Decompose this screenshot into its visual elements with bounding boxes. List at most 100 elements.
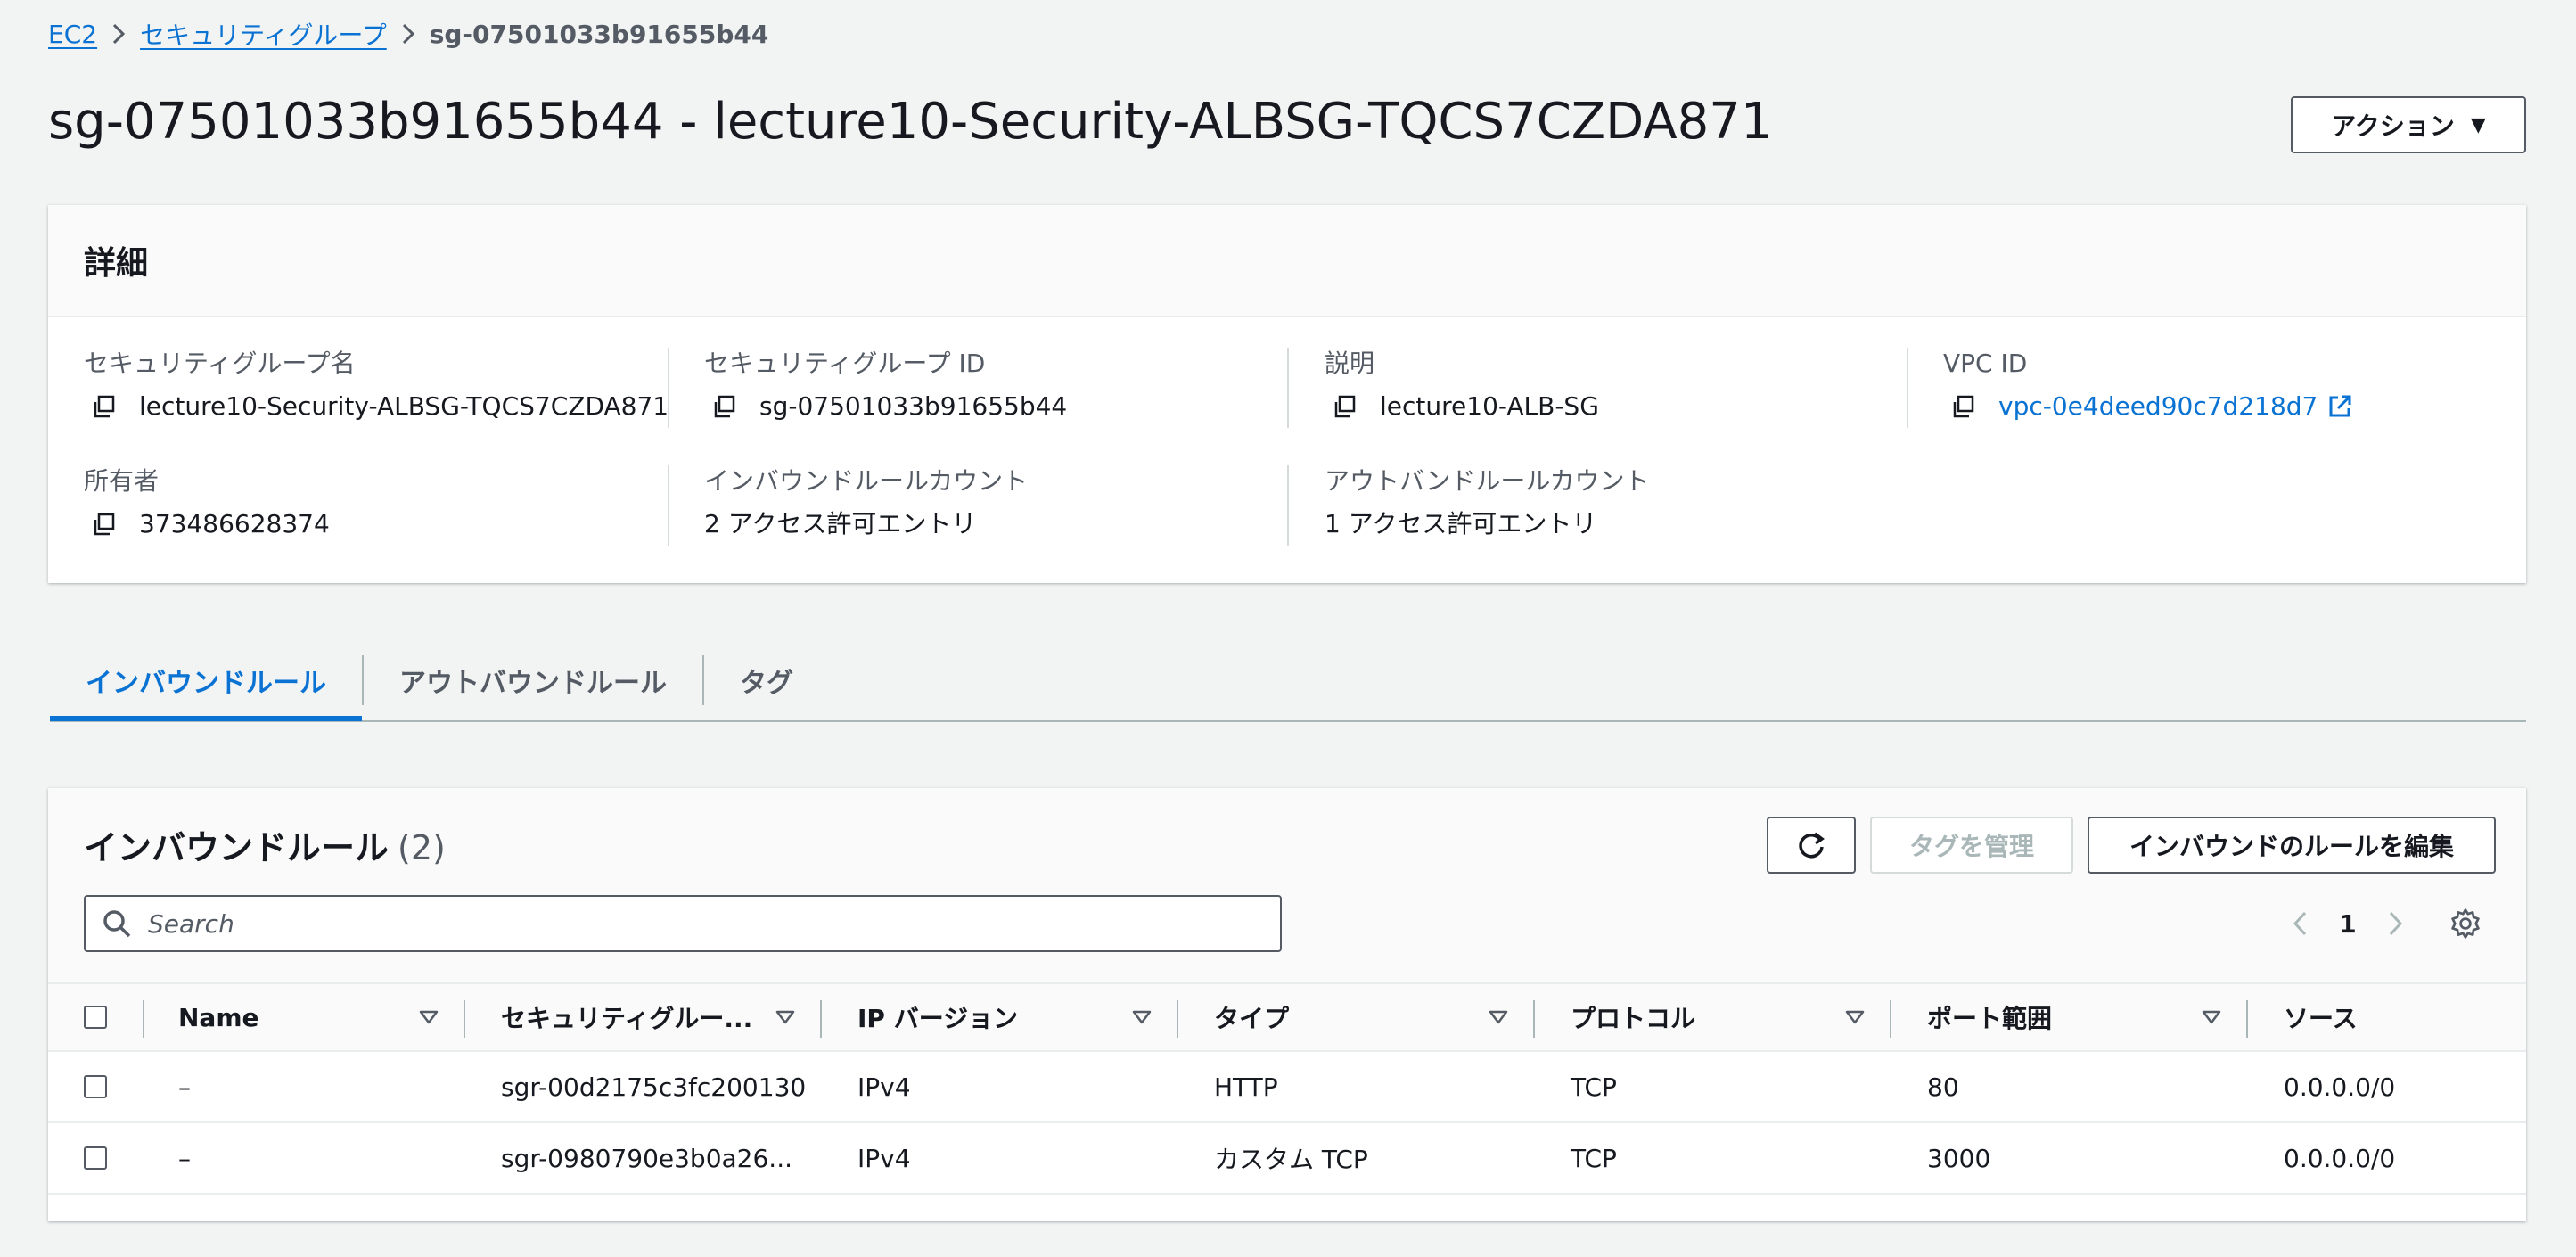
gear-icon — [2451, 908, 2480, 939]
table-header-row: Name セキュリティグルー... IP バージョン タイプ プロトコル ポート… — [48, 982, 2526, 1052]
breadcrumb: EC2 セキュリティグループ sg-07501033b91655b44 — [48, 16, 768, 52]
column-header-port-range[interactable]: ポート範囲 — [1927, 984, 2052, 1050]
search-input[interactable] — [146, 908, 1219, 940]
chevron-right-icon — [2389, 911, 2403, 936]
column-divider — [1177, 1000, 1178, 1038]
inbound-count-label: インバウンドルールカウント — [704, 466, 1029, 496]
column-divider — [1907, 348, 1908, 428]
outbound-count-value: 1 アクセス許可エントリ — [1325, 509, 1597, 538]
vpc-id-field: VPC ID vpc-0e4deed90c7d218d7 — [1943, 348, 2353, 423]
breadcrumb-security-groups-link[interactable]: セキュリティグループ — [140, 16, 387, 52]
cell-rule-id: sgr-0980790e3b0a26... — [501, 1143, 793, 1173]
caret-down-icon: ▼ — [2470, 113, 2486, 136]
rules-title: インバウンドルール (2) — [84, 820, 446, 869]
page-title: sg-07501033b91655b44 - lecture10-Securit… — [48, 93, 1773, 151]
tab-list: インバウンドルール アウトバウンドルール タグ — [50, 640, 2526, 722]
column-divider — [1287, 465, 1289, 546]
edit-inbound-rules-button[interactable]: インバウンドのルールを編集 — [2088, 817, 2496, 874]
sort-icon[interactable] — [1132, 984, 1152, 1050]
external-link-icon[interactable] — [2326, 393, 2353, 420]
owner-label: 所有者 — [84, 466, 160, 496]
table-preferences-button[interactable] — [2446, 904, 2485, 943]
owner-field: 所有者 373486628374 — [84, 465, 330, 540]
current-page-number[interactable]: 1 — [2323, 909, 2373, 939]
rules-title-text: インバウンドルール — [84, 828, 390, 867]
cell-protocol: TCP — [1571, 1072, 1617, 1102]
search-icon — [102, 908, 132, 939]
sg-id-label: セキュリティグループ ID — [704, 349, 986, 378]
sort-icon[interactable] — [1845, 984, 1865, 1050]
inbound-rules-table: Name セキュリティグルー... IP バージョン タイプ プロトコル ポート… — [48, 982, 2526, 1195]
column-divider — [668, 348, 669, 428]
actions-button-label: アクション — [2331, 111, 2455, 141]
cell-ip-version: IPv4 — [857, 1072, 911, 1102]
column-header-ip-version[interactable]: IP バージョン — [857, 984, 1018, 1050]
cell-rule-id: sgr-00d2175c3fc200130 — [501, 1072, 807, 1102]
row-checkbox[interactable] — [84, 1075, 107, 1098]
inbound-count-field: インバウンドルールカウント 2 アクセス許可エントリ — [704, 465, 1028, 540]
chevron-left-icon — [2293, 911, 2307, 936]
cell-name: – — [178, 1072, 191, 1102]
sg-id-field: セキュリティグループ ID sg-07501033b91655b44 — [704, 348, 1067, 423]
outbound-count-field: アウトバンドルールカウント 1 アクセス許可エントリ — [1325, 465, 1650, 540]
inbound-count-value: 2 アクセス許可エントリ — [704, 509, 977, 538]
sg-id-value: sg-07501033b91655b44 — [759, 391, 1068, 421]
column-divider — [668, 465, 669, 546]
select-all-checkbox[interactable] — [84, 1006, 107, 1029]
column-header-rule-id[interactable]: セキュリティグルー... — [501, 984, 752, 1050]
cell-ip-version: IPv4 — [857, 1143, 911, 1173]
sort-icon[interactable] — [2202, 984, 2221, 1050]
rules-count: (2) — [398, 828, 446, 867]
cell-type: HTTP — [1214, 1072, 1278, 1102]
column-header-protocol[interactable]: プロトコル — [1571, 984, 1695, 1050]
copy-icon[interactable] — [91, 511, 118, 538]
cell-name: – — [178, 1143, 191, 1173]
sort-icon[interactable] — [1489, 984, 1508, 1050]
column-header-source[interactable]: ソース — [2284, 984, 2358, 1050]
description-field: 説明 lecture10-ALB-SG — [1325, 348, 1599, 423]
cell-type: カスタム TCP — [1214, 1145, 1368, 1174]
cell-port-range: 3000 — [1927, 1143, 1991, 1173]
column-divider — [2246, 1000, 2248, 1038]
manage-tags-button[interactable]: タグを管理 — [1870, 817, 2073, 874]
sort-icon[interactable] — [775, 984, 795, 1050]
vpc-id-label: VPC ID — [1943, 349, 2028, 378]
sg-name-label: セキュリティグループ名 — [84, 349, 356, 378]
next-page-button[interactable] — [2373, 900, 2419, 947]
breadcrumb-ec2-link[interactable]: EC2 — [48, 20, 97, 49]
actions-dropdown-button[interactable]: アクション ▼ — [2291, 96, 2526, 153]
column-divider — [1287, 348, 1289, 428]
description-value: lecture10-ALB-SG — [1380, 391, 1599, 421]
previous-page-button[interactable] — [2277, 900, 2323, 947]
sg-name-field: セキュリティグループ名 lecture10-Security-ALBSG-TQC… — [84, 348, 669, 423]
tab-tags[interactable]: タグ — [704, 641, 829, 719]
copy-icon[interactable] — [1950, 393, 1977, 420]
table-row[interactable]: – sgr-0980790e3b0a26... IPv4 カスタム TCP TC… — [48, 1123, 2526, 1195]
pagination: 1 — [2277, 900, 2419, 947]
column-divider — [1890, 1000, 1891, 1038]
chevron-right-icon — [387, 21, 430, 46]
tab-inbound-rules[interactable]: インバウンドルール — [50, 641, 362, 721]
chevron-right-icon — [97, 21, 140, 46]
sort-icon[interactable] — [419, 984, 439, 1050]
row-checkbox[interactable] — [84, 1146, 107, 1170]
tab-outbound-rules[interactable]: アウトバウンドルール — [364, 641, 702, 719]
copy-icon[interactable] — [711, 393, 738, 420]
column-divider — [143, 1000, 144, 1038]
column-divider — [1533, 1000, 1535, 1038]
column-divider — [820, 1000, 822, 1038]
outbound-count-label: アウトバンドルールカウント — [1325, 466, 1650, 496]
sg-name-value: lecture10-Security-ALBSG-TQCS7CZDA871 — [139, 391, 669, 421]
column-header-type[interactable]: タイプ — [1214, 984, 1289, 1050]
breadcrumb-current: sg-07501033b91655b44 — [429, 19, 769, 49]
table-row[interactable]: – sgr-00d2175c3fc200130 IPv4 HTTP TCP 80… — [48, 1052, 2526, 1123]
copy-icon[interactable] — [91, 393, 118, 420]
vpc-id-link[interactable]: vpc-0e4deed90c7d218d7 — [1998, 390, 2318, 423]
cell-port-range: 80 — [1927, 1072, 1959, 1102]
refresh-button[interactable] — [1767, 817, 1856, 874]
description-label: 説明 — [1325, 349, 1375, 378]
inbound-rules-panel: インバウンドルール(2) タグを管理 インバウンドのルールを編集 1 Name — [48, 788, 2526, 1221]
column-header-name[interactable]: Name — [178, 984, 259, 1050]
search-box — [84, 895, 1282, 952]
copy-icon[interactable] — [1332, 393, 1358, 420]
